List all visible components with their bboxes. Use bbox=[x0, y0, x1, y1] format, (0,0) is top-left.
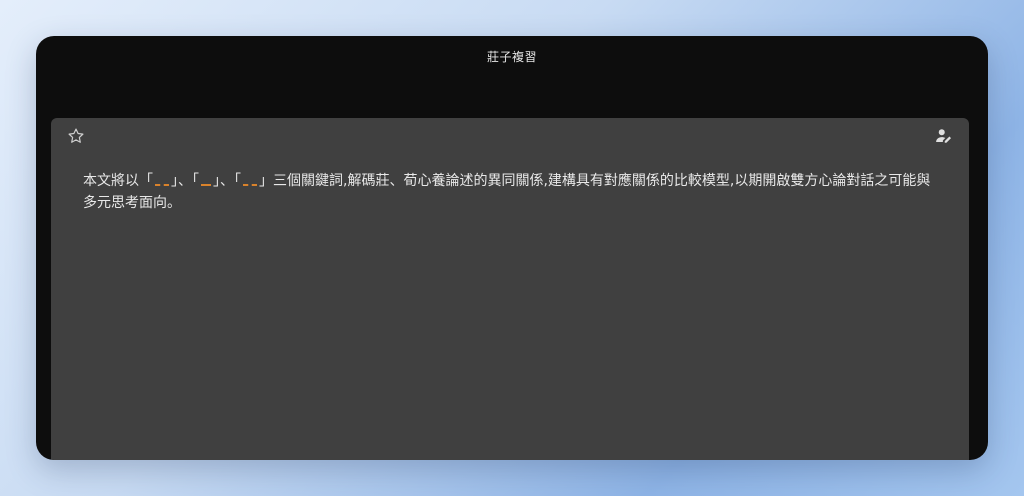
keyword-blank-3[interactable] bbox=[241, 173, 259, 187]
person-edit-icon[interactable] bbox=[935, 127, 953, 145]
abstract-text: 本文將以「 」、「 」、「 」三個關鍵詞,解碼莊、荀心養論述的異同關係,建構具有對應關… bbox=[83, 170, 943, 214]
abstract-part-2: 」、「 bbox=[171, 173, 199, 189]
abstract-part-1: 本文將以「 bbox=[83, 173, 153, 189]
star-icon[interactable] bbox=[67, 127, 85, 145]
app-window: 莊子複習 本文將以「 」、「 」、「 」三個關鍵詞,解碼莊、荀心養論述的異同關係,建構… bbox=[36, 36, 988, 460]
window-title: 莊子複習 bbox=[486, 50, 537, 64]
abstract-part-3: 」、「 bbox=[213, 173, 241, 189]
content-card: 本文將以「 」、「 」、「 」三個關鍵詞,解碼莊、荀心養論述的異同關係,建構具有對應關… bbox=[51, 118, 969, 460]
keyword-blank-2[interactable] bbox=[199, 173, 213, 187]
keyword-blank-1[interactable] bbox=[153, 173, 171, 187]
